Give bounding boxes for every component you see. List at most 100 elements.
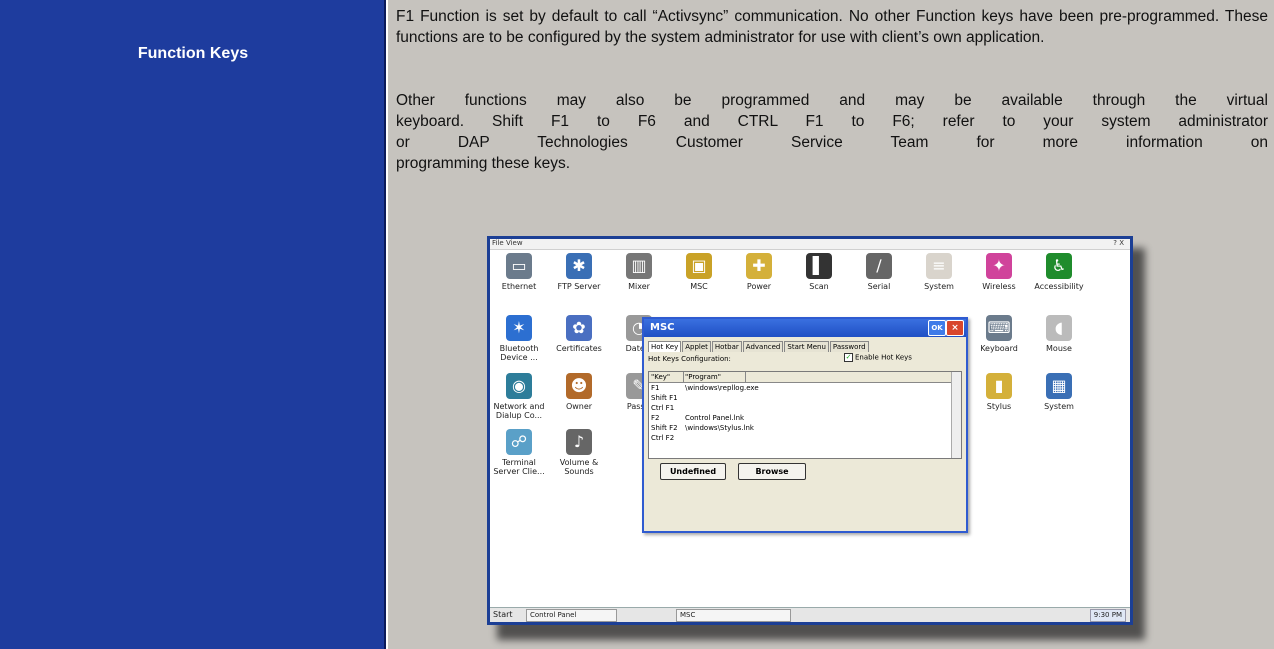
taskbar: Start Control Panel MSC 9:30 PM <box>490 607 1130 622</box>
table-row[interactable]: Ctrl F2 <box>649 433 961 443</box>
applet-icon: ▭ <box>506 253 532 279</box>
control-panel-screen: File View ? X ▭ Ethernet ✱ FTP Server ▥ Mixer… <box>487 236 1133 625</box>
icon-label: System <box>924 282 954 291</box>
control-panel-icon[interactable]: ▣ MSC <box>670 253 728 291</box>
applet-icon: ✿ <box>566 315 592 341</box>
control-panel-icon[interactable]: ✿ Certificates <box>550 315 608 353</box>
table-header: "Key" "Program" <box>649 372 961 383</box>
applet-icon: ✦ <box>986 253 1012 279</box>
icon-label: Stylus <box>986 402 1012 411</box>
control-panel-icon[interactable]: ☍ Terminal Server Clie... <box>490 429 548 476</box>
applet-icon: ▮ <box>986 373 1012 399</box>
paragraph-2-line: programming these keys. <box>396 155 571 172</box>
applet-icon: ✚ <box>746 253 772 279</box>
control-panel-icon[interactable]: ✦ Wireless <box>970 253 1028 291</box>
tab-hotbar[interactable]: Hotbar <box>711 341 742 352</box>
description-paragraph-2: Other functions may also be programmed a… <box>396 90 1268 174</box>
taskbar-control-panel[interactable]: Control Panel <box>526 609 617 622</box>
control-panel-icon[interactable]: ♪ Volume & Sounds <box>550 429 608 476</box>
applet-icon: ✶ <box>506 315 532 341</box>
hot-keys-config-label: Hot Keys Configuration: <box>648 355 731 363</box>
paragraph-2-line: keyboard. Shift F1 to F6 and CTRL F1 to … <box>396 113 1268 130</box>
control-panel-icon[interactable]: ▮ Stylus <box>970 373 1028 411</box>
control-panel-icon[interactable]: ◖ Mouse <box>1030 315 1088 353</box>
close-button[interactable]: × <box>946 320 964 336</box>
control-panel-icon[interactable]: ∕ Serial <box>850 253 908 291</box>
control-panel-icon[interactable]: ⌨ Keyboard <box>970 315 1028 353</box>
icon-label: Network and Dialup Co... <box>493 402 545 420</box>
tab-hot-key[interactable]: Hot Key <box>648 341 682 352</box>
system-tray-clock[interactable]: 9:30 PM <box>1089 609 1126 622</box>
enable-hot-keys-label: Enable Hot Keys <box>855 353 912 362</box>
applet-icon: ▣ <box>686 253 712 279</box>
table-row[interactable]: Shift F1 <box>649 393 961 403</box>
applet-icon: ☻ <box>566 373 592 399</box>
table-row[interactable]: F1 \windows\repllog.exe <box>649 383 961 393</box>
control-panel-icon[interactable]: ▦ System <box>1030 373 1088 411</box>
row-program: \windows\repllog.exe <box>685 384 759 392</box>
applet-icon: ▦ <box>1046 373 1072 399</box>
browse-button[interactable]: Browse <box>738 463 806 480</box>
table-scrollbar[interactable] <box>951 372 961 458</box>
icon-label: Mixer <box>628 282 650 291</box>
dialog-tabs: Hot Key Applet Hotbar Advanced Start Menu Pas… <box>648 341 870 352</box>
file-view-menu[interactable]: File View <box>492 239 523 247</box>
icon-label: Terminal Server Clie... <box>493 458 545 476</box>
table-rows: F1 \windows\repllog.exe Shift F1 Ctrl F1 F2 C… <box>649 383 961 443</box>
tab-advanced[interactable]: Advanced <box>742 341 784 352</box>
table-row[interactable]: Ctrl F1 <box>649 403 961 413</box>
row-program: \windows\Stylus.lnk <box>685 424 754 432</box>
control-panel-icon[interactable]: ▥ Mixer <box>610 253 668 291</box>
applet-icon: ∕ <box>866 253 892 279</box>
control-panel-icon[interactable]: ▭ Ethernet <box>490 253 548 291</box>
row-key: Ctrl F1 <box>651 404 675 412</box>
icon-label: Ethernet <box>501 282 537 291</box>
column-key[interactable]: "Key" <box>649 372 684 382</box>
applet-icon: ▥ <box>626 253 652 279</box>
tab-applet[interactable]: Applet <box>682 341 711 352</box>
row-key: Shift F1 <box>651 394 678 402</box>
applet-icon: ♪ <box>566 429 592 455</box>
control-panel-icon[interactable]: ✶ Bluetooth Device ... <box>490 315 548 362</box>
paragraph-2-line: or DAP Technologies Customer Service Tea… <box>396 134 1268 151</box>
control-panel-icon[interactable]: ✱ FTP Server <box>550 253 608 291</box>
tab-start-menu[interactable]: Start Menu <box>784 341 829 352</box>
help-close[interactable]: ? X <box>1113 239 1124 247</box>
applet-icon: ▌ <box>806 253 832 279</box>
icon-label: MSC <box>690 282 708 291</box>
applet-icon: ☍ <box>506 429 532 455</box>
control-panel-icon[interactable]: ☻ Owner <box>550 373 608 411</box>
icon-label: FTP Server <box>557 282 601 291</box>
applet-icon: ⌨ <box>986 315 1012 341</box>
tab-password[interactable]: Password <box>829 341 869 352</box>
control-panel-icon[interactable]: ◉ Network and Dialup Co... <box>490 373 548 420</box>
description-paragraph-1: F1 Function is set by default to call “A… <box>396 8 1268 46</box>
control-panel-icon[interactable]: ≡ System <box>910 253 968 291</box>
msc-dialog: MSC OK × Hot Key Applet Hotbar Advanced Star… <box>642 317 968 533</box>
applet-icon: ≡ <box>926 253 952 279</box>
icon-label: Scan <box>809 282 829 291</box>
icon-label: Owner <box>565 402 593 411</box>
icon-label: Wireless <box>982 282 1016 291</box>
ok-button[interactable]: OK <box>928 320 946 336</box>
applet-icon: ♿ <box>1046 253 1072 279</box>
device-screenshot: File View ? X ▭ Ethernet ✱ FTP Server ▥ Mixer… <box>487 236 1145 640</box>
control-panel-icon[interactable]: ♿ Accessibility <box>1030 253 1088 291</box>
hot-keys-table[interactable]: "Key" "Program" F1 \windows\repllog.exe Sh… <box>648 371 962 459</box>
enable-hot-keys-checkbox[interactable]: ✓ Enable Hot Keys <box>844 353 912 362</box>
icon-label: Serial <box>867 282 891 291</box>
start-button[interactable]: Start <box>493 610 513 619</box>
label-cell: Function Keys <box>0 0 386 649</box>
control-panel-icon[interactable]: ✚ Power <box>730 253 788 291</box>
row-program: Control Panel.lnk <box>685 414 745 422</box>
table-row[interactable]: F2 Control Panel.lnk <box>649 413 961 423</box>
taskbar-msc[interactable]: MSC <box>676 609 791 622</box>
undefined-button[interactable]: Undefined <box>660 463 726 480</box>
table-row[interactable]: Shift F2 \windows\Stylus.lnk <box>649 423 961 433</box>
applet-icon: ◉ <box>506 373 532 399</box>
section-title: Function Keys <box>137 45 249 62</box>
icon-label: System <box>1044 402 1074 411</box>
column-program[interactable]: "Program" <box>683 372 746 382</box>
icon-label: Certificates <box>556 344 602 353</box>
control-panel-icon[interactable]: ▌ Scan <box>790 253 848 291</box>
